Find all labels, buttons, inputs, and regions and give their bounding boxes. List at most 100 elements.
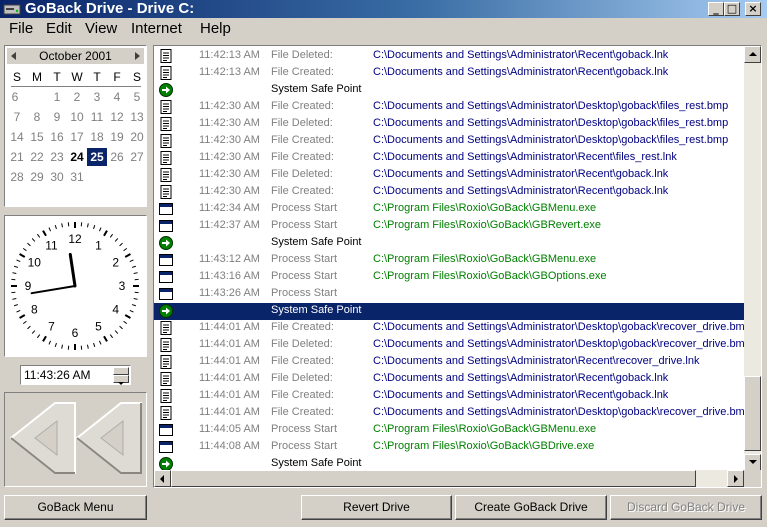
calendar-day[interactable]: 12: [107, 108, 127, 126]
calendar-day[interactable]: 23: [47, 148, 67, 166]
maximize-button[interactable]: □: [724, 2, 740, 16]
log-time: 11:42:34 AM: [199, 202, 260, 214]
calendar-day[interactable]: 14: [7, 128, 27, 146]
create-goback-drive-button[interactable]: Create GoBack Drive: [455, 495, 607, 520]
minimize-button[interactable]: _: [708, 2, 724, 16]
calendar-day[interactable]: 10: [67, 108, 87, 126]
calendar-day[interactable]: 7: [7, 108, 27, 126]
calendar-day[interactable]: 4: [107, 88, 127, 106]
menu-edit[interactable]: Edit: [46, 20, 72, 38]
log-row[interactable]: 11:44:01 AM File Created: C:\Documents and…: [154, 405, 744, 422]
calendar-day[interactable]: 24: [67, 148, 87, 166]
calendar-day[interactable]: 19: [107, 128, 127, 146]
calendar-day[interactable]: 9: [47, 108, 67, 126]
scroll-up-button[interactable]: [744, 46, 761, 63]
log-row[interactable]: 11:44:05 AM Process Start C:\Program Files…: [154, 422, 744, 439]
log-row[interactable]: 11:42:34 AM Process Start C:\Program Files…: [154, 201, 744, 218]
process-window-icon: [159, 270, 173, 284]
calendar-day[interactable]: 3: [87, 88, 107, 106]
log-row[interactable]: 11:42:30 AM File Deleted: C:\Documents and…: [154, 116, 744, 133]
scroll-down-button[interactable]: [744, 454, 761, 471]
log-row[interactable]: 11:42:13 AM File Deleted: C:\Documents and…: [154, 48, 744, 65]
log-row[interactable]: 11:42:37 AM Process Start C:\Program Files…: [154, 218, 744, 235]
calendar-day[interactable]: 27: [127, 148, 147, 166]
close-button[interactable]: ×: [745, 2, 761, 16]
calendar-day[interactable]: 15: [27, 128, 47, 146]
calendar-day[interactable]: 5: [127, 88, 147, 106]
calendar-day[interactable]: 30: [47, 168, 67, 186]
log-path: C:\Documents and Settings\Administrator\…: [373, 406, 744, 418]
log-row[interactable]: 11:44:01 AM File Deleted: C:\Documents and…: [154, 337, 744, 354]
scroll-right-button[interactable]: [727, 470, 744, 487]
log-event-type: Process Start: [271, 270, 338, 282]
log-row[interactable]: 11:43:12 AM Process Start C:\Program Files…: [154, 252, 744, 269]
menu-file[interactable]: File: [9, 20, 33, 38]
calendar-day[interactable]: 21: [7, 148, 27, 166]
calendar-day[interactable]: 25: [87, 148, 107, 166]
time-field[interactable]: 11:43:26 AM: [20, 365, 131, 385]
calendar-day[interactable]: 13: [127, 108, 147, 126]
calendar-day[interactable]: 17: [67, 128, 87, 146]
log-row[interactable]: 11:42:30 AM File Deleted: C:\Documents and…: [154, 167, 744, 184]
calendar-day[interactable]: 6: [5, 88, 25, 106]
calendar-day[interactable]: 29: [27, 168, 47, 186]
next-month-icon[interactable]: [135, 52, 140, 60]
scroll-left-button[interactable]: [154, 470, 171, 487]
log-row[interactable]: 11:42:30 AM File Created: C:\Documents and…: [154, 150, 744, 167]
calendar-day[interactable]: 22: [27, 148, 47, 166]
goback-menu-button[interactable]: GoBack Menu: [4, 495, 147, 520]
log-row[interactable]: 11:42:30 AM File Created: C:\Documents and…: [154, 184, 744, 201]
process-window-icon: [159, 219, 173, 233]
revert-drive-button[interactable]: Revert Drive: [301, 495, 452, 520]
safe-point-row[interactable]: System Safe Point: [154, 82, 744, 99]
log-row[interactable]: 11:44:01 AM File Deleted: C:\Documents and…: [154, 371, 744, 388]
calendar-day[interactable]: 11: [87, 108, 107, 126]
calendar-day[interactable]: 28: [7, 168, 27, 186]
calendar-day[interactable]: 1: [47, 88, 67, 106]
log-time: 11:42:13 AM: [199, 66, 260, 78]
calendar-day[interactable]: 20: [127, 128, 147, 146]
menu-view[interactable]: View: [85, 20, 117, 38]
log-row[interactable]: 11:43:16 AM Process Start C:\Program Files…: [154, 269, 744, 286]
safe-point-label: System Safe Point: [271, 304, 362, 316]
clock-tick: [19, 314, 26, 319]
calendar-day[interactable]: 8: [27, 108, 47, 126]
title-bar[interactable]: GoBack Drive - Drive C: _ □ ×: [0, 0, 767, 18]
log-event-type: Process Start: [271, 219, 338, 231]
log-row[interactable]: 11:42:30 AM File Created: C:\Documents and…: [154, 133, 744, 150]
log-row[interactable]: 11:44:01 AM File Created: C:\Documents and…: [154, 320, 744, 337]
log-row[interactable]: 11:44:08 AM Process Start C:\Program Files…: [154, 439, 744, 456]
log-path: C:\Documents and Settings\Administrator\…: [373, 338, 744, 350]
clock-tick: [22, 247, 27, 252]
horizontal-scrollbar[interactable]: [154, 470, 744, 487]
calendar-day[interactable]: 2: [67, 88, 87, 106]
clock-tick: [133, 272, 138, 275]
calendar-day[interactable]: 26: [107, 148, 127, 166]
vertical-scroll-thumb[interactable]: [744, 376, 761, 451]
log-time: 11:43:26 AM: [199, 287, 260, 299]
log-row[interactable]: 11:42:13 AM File Created: C:\Documents and…: [154, 65, 744, 82]
clock-tick: [54, 342, 57, 348]
log-row[interactable]: 11:44:01 AM File Created: C:\Documents and…: [154, 388, 744, 405]
safe-point-row[interactable]: System Safe Point: [154, 235, 744, 252]
menu-internet[interactable]: Internet: [131, 20, 182, 38]
log-row[interactable]: 11:42:30 AM File Created: C:\Documents and…: [154, 99, 744, 116]
safe-point-row[interactable]: System Safe Point: [154, 303, 744, 320]
vertical-scrollbar[interactable]: [744, 46, 761, 471]
log-time: 11:42:30 AM: [199, 134, 260, 146]
time-up-button[interactable]: [113, 367, 129, 378]
discard-goback-drive-button[interactable]: Discard GoBack Drive: [610, 495, 762, 520]
log-path: C:\Program Files\Roxio\GoBack\GBOptions.…: [373, 270, 607, 282]
calendar-day[interactable]: 18: [87, 128, 107, 146]
calendar-day[interactable]: 16: [47, 128, 67, 146]
time-down-button[interactable]: [113, 375, 129, 385]
calendar-day[interactable]: 31: [67, 168, 87, 186]
menu-help[interactable]: Help: [200, 20, 231, 38]
clock-tick: [12, 272, 17, 275]
log-row[interactable]: 11:43:26 AM Process Start: [154, 286, 744, 303]
horizontal-scroll-thumb[interactable]: [171, 470, 696, 487]
log-row[interactable]: 11:44:01 AM File Created: C:\Documents and…: [154, 354, 744, 371]
safe-point-row[interactable]: System Safe Point: [154, 456, 744, 470]
process-window-icon: [159, 202, 173, 216]
safe-point-arrow-icon: [159, 83, 173, 97]
